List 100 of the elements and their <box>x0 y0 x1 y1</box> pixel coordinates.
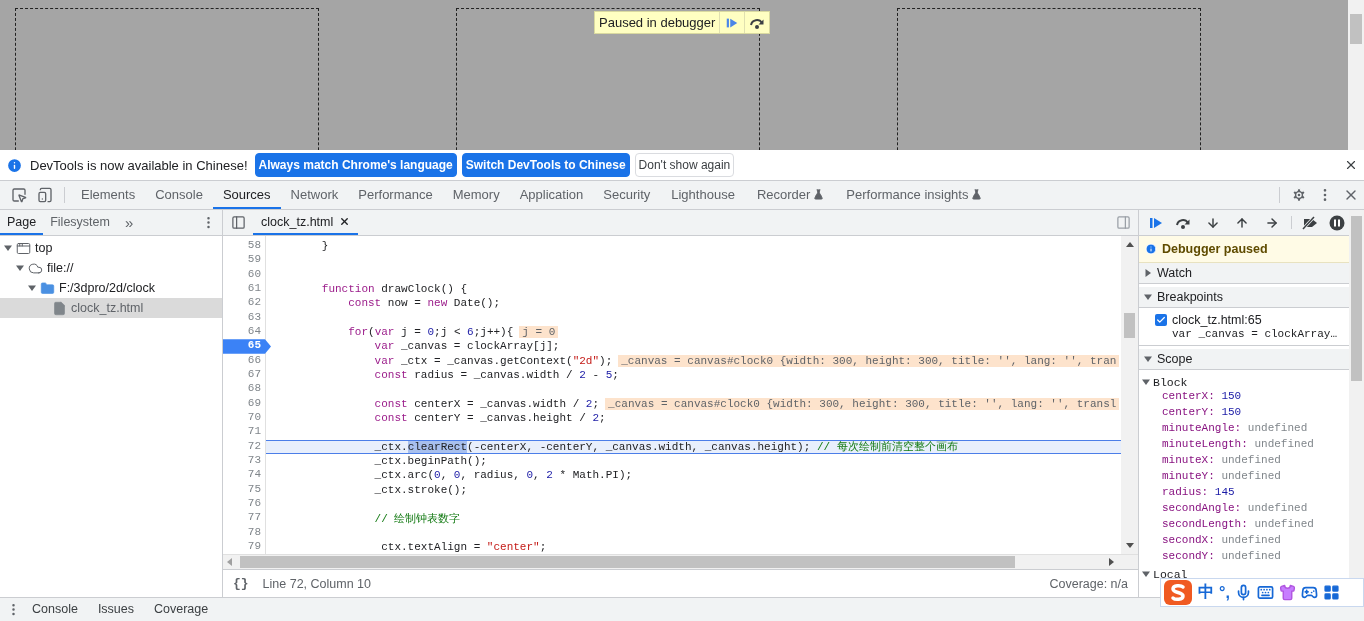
section-header[interactable]: Scope <box>1139 346 1349 370</box>
expand-arrow-icon[interactable] <box>16 264 24 272</box>
line-number[interactable]: 71 <box>223 425 265 440</box>
deactivate-breakpoints-icon[interactable] <box>1300 215 1319 230</box>
panel-tab[interactable]: Network <box>280 181 349 209</box>
line-number[interactable]: 70 <box>223 410 265 426</box>
settings-icon[interactable] <box>1291 187 1307 203</box>
navigator-tab[interactable]: Page <box>0 210 44 235</box>
panel-tab[interactable]: Performance <box>348 181 443 209</box>
punctuation-mode[interactable]: °, <box>1219 583 1230 602</box>
scrollbar-thumb[interactable] <box>1351 216 1362 381</box>
pretty-print-button[interactable]: {} <box>233 576 249 591</box>
section-header[interactable]: Watch <box>1139 263 1349 284</box>
scope-variable: centerX: 150 <box>1161 390 1243 404</box>
line-number[interactable]: 58 <box>223 239 265 254</box>
expand-arrow-icon[interactable] <box>1144 269 1152 277</box>
step-into-icon[interactable] <box>1205 215 1220 230</box>
action-button[interactable]: Switch DevTools to Chinese <box>461 153 630 177</box>
action-button[interactable]: Always match Chrome's language <box>254 153 457 177</box>
panel-tab[interactable]: Performance insights <box>835 181 994 209</box>
device-toolbar-icon[interactable] <box>37 187 53 203</box>
coverage-status: Coverage: n/a <box>1049 576 1128 591</box>
scroll-up-arrow-icon[interactable] <box>1125 242 1134 247</box>
scope-group[interactable]: Local <box>1142 566 1349 582</box>
expand-arrow-icon[interactable] <box>1144 355 1152 363</box>
step-out-icon[interactable] <box>1235 215 1250 230</box>
breakpoint-location[interactable]: clock_tz.html:65 <box>1172 313 1338 327</box>
panel-tab[interactable]: Console <box>145 181 213 209</box>
code-line: const centerY = _canvas.height / 2; <box>373 412 606 425</box>
expand-arrow-icon[interactable] <box>4 244 12 252</box>
scrollbar-thumb[interactable] <box>1124 313 1135 338</box>
expand-arrow-icon[interactable] <box>1142 570 1150 578</box>
scope-group[interactable]: Block <box>1142 374 1349 390</box>
expand-arrow-icon[interactable] <box>1142 378 1150 386</box>
step-icon[interactable] <box>1265 215 1280 230</box>
expand-arrow-icon[interactable] <box>1144 293 1152 301</box>
toggle-debugger-icon[interactable] <box>1115 215 1131 230</box>
line-number[interactable]: 69 <box>223 396 265 411</box>
file-tab[interactable]: clock_tz.html <box>253 210 359 235</box>
grid-icon[interactable] <box>1322 584 1340 601</box>
gamepad-icon[interactable] <box>1300 584 1318 601</box>
section-header[interactable]: Breakpoints <box>1139 284 1349 308</box>
tree-item[interactable]: clock_tz.html <box>0 298 222 318</box>
code-line: _ctx.arc(0, 0, radius, 0, 2 * Math.PI); <box>373 469 633 482</box>
inline-value: _canvas = canvas#clock0 {width: 300, height: 300, title: '', lang: '', transl <box>605 397 1120 410</box>
input-mode[interactable]: 中 <box>1198 582 1214 603</box>
tree-item[interactable]: F:/3dpro/2d/clock <box>0 278 222 298</box>
line-number[interactable]: 59 <box>223 253 265 268</box>
line-number[interactable]: 61 <box>223 282 265 297</box>
dismiss-button[interactable]: Don't show again <box>634 153 735 177</box>
code-line: _ctx.beginPath(); <box>373 455 487 468</box>
toggle-navigator-icon[interactable] <box>230 215 246 230</box>
panel-tab[interactable]: Elements <box>71 181 146 209</box>
scrollbar-thumb[interactable] <box>240 556 1015 568</box>
scope-variable: secondY: undefined <box>1161 550 1282 564</box>
panel-tab[interactable]: Lighthouse <box>660 181 746 209</box>
horizontal-scrollbar[interactable] <box>223 554 1138 569</box>
line-number[interactable]: 63 <box>223 310 265 325</box>
page-scrollbar[interactable] <box>1348 0 1364 150</box>
line-number[interactable]: 68 <box>223 382 265 397</box>
breakpoint-checkbox[interactable] <box>1155 314 1167 326</box>
folder-icon <box>40 280 55 296</box>
vertical-scrollbar[interactable] <box>1121 236 1138 554</box>
shirt-icon[interactable] <box>1278 584 1296 601</box>
drawer-tab[interactable]: Coverage <box>144 598 219 621</box>
close-icon[interactable] <box>339 216 351 227</box>
panel-tab[interactable]: Application <box>509 181 594 209</box>
tree-item[interactable]: top <box>0 238 222 258</box>
ime-logo-icon[interactable] <box>1163 579 1193 606</box>
tree-item[interactable]: file:// <box>0 258 222 278</box>
line-number[interactable]: 66 <box>223 353 265 368</box>
pause-icon[interactable] <box>1329 214 1346 231</box>
line-number[interactable]: 74 <box>223 468 265 483</box>
line-number[interactable]: 77 <box>223 511 265 526</box>
line-number[interactable]: 73 <box>223 453 265 469</box>
scroll-down-arrow-icon[interactable] <box>1125 543 1134 548</box>
line-number[interactable]: 72 <box>223 439 265 454</box>
navigator-tab[interactable]: Filesystem <box>43 210 117 235</box>
keyboard-icon[interactable] <box>1256 584 1274 601</box>
line-number[interactable]: 67 <box>223 367 265 383</box>
scrollbar-thumb[interactable] <box>1350 14 1362 44</box>
drawer-tab[interactable]: Issues <box>87 598 144 621</box>
line-number[interactable]: 62 <box>223 296 265 311</box>
close-icon[interactable] <box>1344 158 1358 172</box>
line-number[interactable]: 76 <box>223 496 265 512</box>
line-number[interactable]: 60 <box>223 267 265 282</box>
line-number[interactable]: 75 <box>223 482 265 497</box>
panel-tab[interactable]: Security <box>593 181 661 209</box>
line-number[interactable]: 65 <box>223 339 271 354</box>
line-number[interactable]: 78 <box>223 525 265 540</box>
inspect-icon[interactable] <box>11 187 27 203</box>
code-line: var _canvas = clockArray[j]; <box>373 340 560 353</box>
panel-tab[interactable]: Memory <box>442 181 510 209</box>
panel-tab[interactable]: Recorder <box>745 181 836 209</box>
line-number[interactable]: 79 <box>223 539 265 555</box>
line-number[interactable]: 64 <box>223 324 265 340</box>
scroll-right-arrow-icon[interactable] <box>1109 558 1114 566</box>
drawer-tab[interactable]: Console <box>22 598 88 621</box>
expand-arrow-icon[interactable] <box>28 284 36 292</box>
more-tabs-button[interactable]: » <box>116 210 142 235</box>
